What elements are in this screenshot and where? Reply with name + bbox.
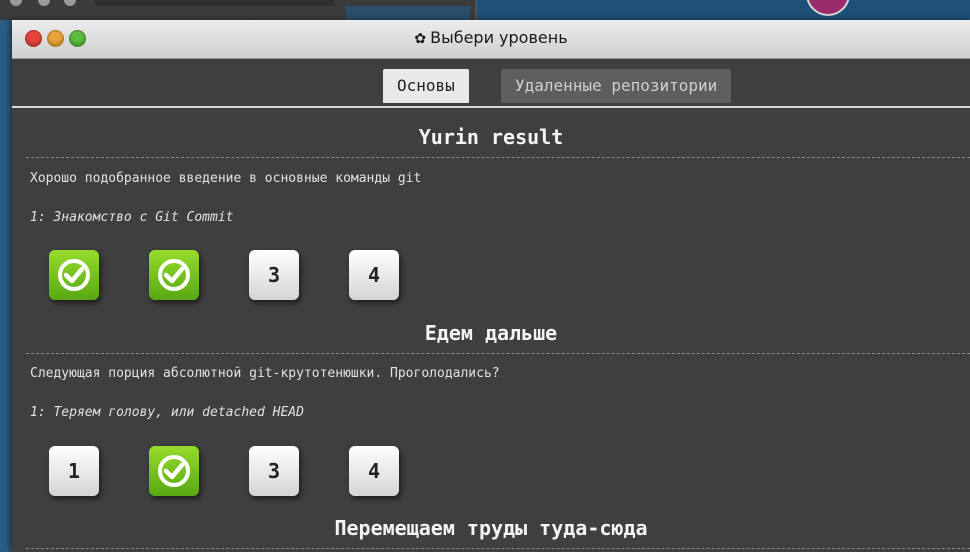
section-divider [26,353,970,354]
level-button-1[interactable]: 1 [49,446,99,496]
section-description: Следующая порция абсолютной git-крутотен… [30,366,500,381]
checkmark-icon [58,259,90,291]
checkmark-icon [158,455,190,487]
checkmark-icon [158,259,190,291]
level-button-2[interactable] [149,446,199,496]
background-window-dot [38,0,50,6]
level-button-4[interactable]: 4 [349,250,399,300]
window-title-text: Выбери уровень [430,28,568,47]
level-button-3[interactable]: 3 [249,446,299,496]
background-window [0,0,477,20]
section-title: Yurin result [418,125,564,149]
section-divider [26,157,970,158]
level-button-1[interactable] [49,250,99,300]
background-window-bar [95,0,335,6]
tab-bar: Основы Удаленные репозитории [12,58,970,108]
title-bar[interactable]: ✿ Выбери уровень [12,20,970,59]
level-number: 1 [67,459,81,483]
level-number: 3 [267,263,281,287]
level-button-2[interactable] [149,250,199,300]
level-number: 4 [367,459,381,483]
section-title: Перемещаем труды туда-сюда [334,516,648,540]
levels-content: Yurin result Хорошо подобранное введение… [12,108,970,552]
level-number: 4 [367,263,381,287]
tab-remote-repositories[interactable]: Удаленные репозитории [501,69,732,103]
background-window-pane [346,6,470,20]
background-window-dot [10,0,22,6]
level-select-window: ✿ Выбери уровень Основы Удаленные репозит… [12,20,970,552]
level-button-3[interactable]: 3 [249,250,299,300]
section-subtitle: 1: Теряем голову, или detached HEAD [30,405,304,420]
gear-icon: ✿ [414,31,427,47]
background-window-dot [64,0,76,6]
tab-basics[interactable]: Основы [383,69,469,103]
section-divider [26,548,970,549]
level-button-4[interactable]: 4 [349,446,399,496]
section-subtitle: 1: Знакомство с Git Commit [30,210,234,225]
level-number: 3 [267,459,281,483]
window-title: ✿ Выбери уровень [12,28,970,47]
section-title: Едем дальше [424,321,558,345]
section-description: Хорошо подобранное введение в основные к… [30,171,422,186]
